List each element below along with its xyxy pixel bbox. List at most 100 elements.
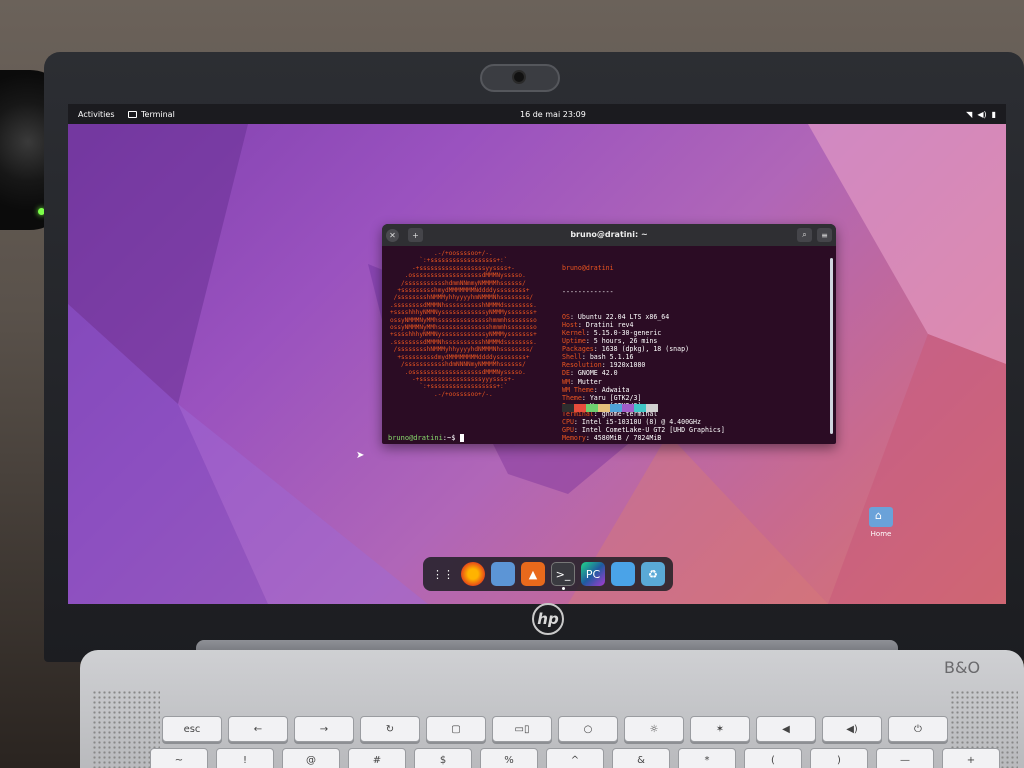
- key[interactable]: esc: [162, 716, 222, 742]
- logo-line: +sssshhhyNMMNyssssssssssssyNMMMysssssss+: [390, 331, 537, 339]
- info-key: WM: [562, 377, 570, 386]
- palette-swatch: [574, 404, 586, 412]
- info-lines: OS: Ubuntu 22.04 LTS x86_64 Host: Dratini…: [562, 313, 725, 443]
- webcam-lens: [512, 70, 526, 84]
- key[interactable]: ~: [150, 748, 208, 768]
- info-key: Host: [562, 320, 578, 329]
- info-colon: :: [581, 393, 590, 402]
- info-key: Shell: [562, 353, 582, 362]
- activities-button[interactable]: Activities: [78, 110, 115, 119]
- key[interactable]: —: [876, 748, 934, 768]
- clock[interactable]: 16 de mai 23:09: [520, 110, 586, 119]
- key[interactable]: ○: [558, 716, 618, 742]
- battery-icon: ▮: [991, 109, 996, 119]
- key[interactable]: #: [348, 748, 406, 768]
- info-colon: :: [585, 328, 594, 337]
- hamburger-menu-icon[interactable]: ≡: [817, 228, 832, 242]
- text-cursor: [459, 434, 464, 442]
- info-colon: :: [573, 426, 582, 435]
- firefox-icon[interactable]: [461, 562, 485, 586]
- info-value: 1638 (dpkg), 18 (snap): [601, 345, 690, 354]
- color-palette: [562, 404, 658, 412]
- key[interactable]: (: [744, 748, 802, 768]
- terminal-icon[interactable]: >_: [551, 562, 575, 590]
- logo-line: .osssssssssssssssssssdMMMNysssso.: [390, 272, 526, 280]
- info-key: CPU: [562, 417, 574, 426]
- key[interactable]: ▢: [426, 716, 486, 742]
- info-line: WM: Mutter: [562, 378, 725, 386]
- info-colon: :: [593, 345, 602, 354]
- wifi-icon: ◥: [966, 109, 973, 119]
- terminal-scrollbar[interactable]: [830, 258, 833, 434]
- info-line: CPU: Intel i5-10310U (8) @ 4.400GHz: [562, 418, 725, 426]
- app-menu[interactable]: Terminal: [128, 110, 175, 119]
- key[interactable]: ☼: [624, 716, 684, 742]
- info-value: 5 hours, 26 mins: [593, 337, 658, 346]
- key[interactable]: ←: [228, 716, 288, 742]
- logo-line: /ssssssssssshdmmNNmmyNMMMMhssssss/: [390, 279, 526, 287]
- info-colon: :: [569, 369, 578, 378]
- logo-line: .ssssssssdMMMNhsssssssssshNMMMdssssssss.: [390, 338, 537, 346]
- terminal-body[interactable]: .-/+oossssoo+/-. `:+ssssssssssssssssss+:…: [382, 246, 836, 444]
- palette-swatch: [622, 404, 634, 412]
- hp-logo: hp: [532, 603, 564, 635]
- volume-icon: ◀): [977, 109, 987, 119]
- key[interactable]: +: [942, 748, 1000, 768]
- info-value: Adwaita: [601, 385, 630, 394]
- key[interactable]: *: [678, 748, 736, 768]
- key[interactable]: &: [612, 748, 670, 768]
- terminal-window[interactable]: ✕ + bruno@dratini: ~ ⌕ ≡ .-/+oossssoo+/-…: [382, 224, 836, 444]
- logo-line: +sssshhhyNMMNyssssssssssssyNMMMysssssss+: [390, 309, 537, 317]
- pycharm-icon[interactable]: PC: [581, 562, 605, 586]
- key[interactable]: ◀): [822, 716, 882, 742]
- key[interactable]: ): [810, 748, 868, 768]
- info-line: Theme: Yaru [GTK2/3]: [562, 394, 725, 402]
- logo-line: /sssssssshNMMMyhhyyyyhmNMMMNhssssssss/: [390, 294, 534, 302]
- logo-line: ossyNMMMNyMMhsssssssssssssshmmmhssssssso: [390, 316, 537, 324]
- info-colon: :: [573, 417, 582, 426]
- info-line: WM Theme: Adwaita: [562, 386, 725, 394]
- key[interactable]: ⏻: [888, 716, 948, 742]
- ubuntu-ascii-logo: .-/+oossssoo+/-. `:+ssssssssssssssssss+:…: [390, 250, 537, 398]
- palette-swatch: [586, 404, 598, 412]
- logo-line: /ssssssssssshdmNNNNmyNMMMMhssssss/: [390, 361, 526, 369]
- search-icon[interactable]: ⌕: [797, 228, 812, 242]
- neofetch-info: bruno@dratini ------------- OS: Ubuntu 2…: [562, 248, 725, 444]
- shell-prompt[interactable]: bruno@dratini:~$: [388, 434, 464, 442]
- apps-grid-icon[interactable]: ⋮⋮: [431, 562, 455, 586]
- info-value: Intel CometLake-U GT2 [UHD Graphics]: [581, 426, 725, 435]
- logo-line: .ssssssssdMMMNhsssssssssshNMMMdssssssss.: [390, 301, 537, 309]
- app-menu-label: Terminal: [141, 109, 175, 119]
- desktop-home-folder[interactable]: Home: [866, 507, 896, 538]
- key[interactable]: ↻: [360, 716, 420, 742]
- info-key: Memory: [562, 434, 586, 443]
- key[interactable]: ▭▯: [492, 716, 552, 742]
- key[interactable]: $: [414, 748, 472, 768]
- key[interactable]: ^: [546, 748, 604, 768]
- mouse-pointer-icon: ➤: [356, 450, 365, 461]
- terminal-header-bar[interactable]: ✕ + bruno@dratini: ~ ⌕ ≡: [382, 224, 836, 246]
- key[interactable]: ◀: [756, 716, 816, 742]
- text-editor-icon[interactable]: [611, 562, 635, 586]
- logo-line: +ssssssssshmydMMMMMMMNddddyssssssss+: [390, 287, 530, 295]
- info-line: Uptime: 5 hours, 26 mins: [562, 337, 725, 345]
- trash-icon[interactable]: ♻: [641, 562, 665, 586]
- key[interactable]: →: [294, 716, 354, 742]
- key[interactable]: %: [480, 748, 538, 768]
- info-key: Packages: [562, 345, 594, 354]
- app-center-icon[interactable]: ▲: [521, 562, 545, 586]
- dock: ⋮⋮ ▲ >_ PC ♻: [423, 557, 673, 591]
- info-key: OS: [562, 312, 570, 321]
- files-icon[interactable]: [491, 562, 515, 586]
- info-value: GNOME 42.0: [577, 369, 618, 378]
- key[interactable]: @: [282, 748, 340, 768]
- bang-olufsen-logo: B&O: [944, 658, 981, 677]
- info-colon: :: [581, 353, 590, 362]
- info-line: Resolution: 1920x1080: [562, 361, 725, 369]
- key[interactable]: !: [216, 748, 274, 768]
- key[interactable]: ✶: [690, 716, 750, 742]
- prompt-user-host: bruno@dratini: [388, 434, 443, 442]
- info-colon: :: [585, 337, 594, 346]
- system-status-area[interactable]: ◥ ◀) ▮: [966, 110, 996, 119]
- palette-swatch: [598, 404, 610, 412]
